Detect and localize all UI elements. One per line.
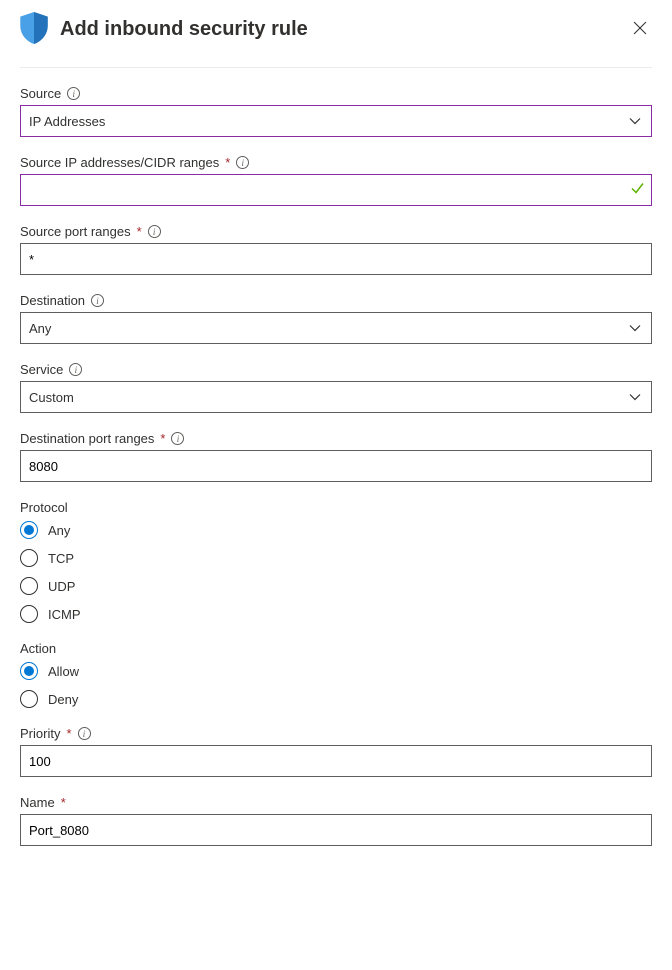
label-text-source-ip: Source IP addresses/CIDR ranges	[20, 155, 219, 170]
label-dest-port: Destination port ranges * i	[20, 431, 652, 446]
field-service: Service i Custom	[20, 362, 652, 413]
label-protocol: Protocol	[20, 500, 652, 515]
service-select[interactable]: Custom	[20, 381, 652, 413]
destination-select-value: Any	[29, 321, 619, 336]
info-icon[interactable]: i	[148, 225, 161, 238]
info-icon[interactable]: i	[69, 363, 82, 376]
source-ip-input-wrap	[20, 174, 652, 206]
chevron-down-icon	[629, 390, 641, 405]
close-button[interactable]	[632, 20, 648, 36]
required-marker: *	[61, 795, 66, 810]
label-text-protocol: Protocol	[20, 500, 68, 515]
required-marker: *	[137, 224, 142, 239]
info-icon[interactable]: i	[171, 432, 184, 445]
radio-icon	[20, 605, 38, 623]
protocol-option-any[interactable]: Any	[20, 521, 652, 539]
field-source: Source i IP Addresses	[20, 86, 652, 137]
radio-icon	[20, 662, 38, 680]
label-action: Action	[20, 641, 652, 656]
chevron-down-icon	[629, 321, 641, 336]
source-port-input[interactable]	[20, 243, 652, 275]
close-icon	[633, 21, 647, 35]
label-source: Source i	[20, 86, 652, 101]
radio-label-tcp: TCP	[48, 551, 74, 566]
chevron-down-icon	[629, 114, 641, 129]
field-source-ip: Source IP addresses/CIDR ranges * i	[20, 155, 652, 206]
action-radio-group: Allow Deny	[20, 662, 652, 708]
label-priority: Priority * i	[20, 726, 652, 741]
label-name: Name *	[20, 795, 652, 810]
radio-icon	[20, 549, 38, 567]
radio-icon	[20, 577, 38, 595]
label-text-destination: Destination	[20, 293, 85, 308]
priority-input[interactable]	[20, 745, 652, 777]
source-ip-input[interactable]	[20, 174, 652, 206]
field-source-port: Source port ranges * i	[20, 224, 652, 275]
field-priority: Priority * i	[20, 726, 652, 777]
radio-label-allow: Allow	[48, 664, 79, 679]
label-service: Service i	[20, 362, 652, 377]
label-text-name: Name	[20, 795, 55, 810]
panel-header: Add inbound security rule	[0, 0, 672, 67]
info-icon[interactable]: i	[91, 294, 104, 307]
label-text-source-port: Source port ranges	[20, 224, 131, 239]
info-icon[interactable]: i	[78, 727, 91, 740]
source-select[interactable]: IP Addresses	[20, 105, 652, 137]
destination-select[interactable]: Any	[20, 312, 652, 344]
shield-icon	[20, 12, 48, 47]
protocol-option-udp[interactable]: UDP	[20, 577, 652, 595]
field-protocol: Protocol Any TCP UDP ICMP	[20, 500, 652, 623]
service-select-value: Custom	[29, 390, 619, 405]
radio-icon	[20, 690, 38, 708]
source-select-value: IP Addresses	[29, 114, 619, 129]
radio-icon	[20, 521, 38, 539]
label-source-port: Source port ranges * i	[20, 224, 652, 239]
radio-label-any: Any	[48, 523, 70, 538]
protocol-radio-group: Any TCP UDP ICMP	[20, 521, 652, 623]
protocol-option-tcp[interactable]: TCP	[20, 549, 652, 567]
dest-port-input[interactable]	[20, 450, 652, 482]
field-destination: Destination i Any	[20, 293, 652, 344]
page-title: Add inbound security rule	[60, 18, 308, 41]
header-divider	[20, 67, 652, 68]
field-action: Action Allow Deny	[20, 641, 652, 708]
required-marker: *	[225, 155, 230, 170]
field-dest-port: Destination port ranges * i	[20, 431, 652, 482]
radio-label-deny: Deny	[48, 692, 78, 707]
required-marker: *	[66, 726, 71, 741]
required-marker: *	[160, 431, 165, 446]
form-body: Source i IP Addresses Source IP addresse…	[0, 86, 672, 846]
info-icon[interactable]: i	[67, 87, 80, 100]
name-input[interactable]	[20, 814, 652, 846]
label-destination: Destination i	[20, 293, 652, 308]
label-text-priority: Priority	[20, 726, 60, 741]
info-icon[interactable]: i	[236, 156, 249, 169]
field-name: Name *	[20, 795, 652, 846]
label-text-source: Source	[20, 86, 61, 101]
label-text-action: Action	[20, 641, 56, 656]
label-text-dest-port: Destination port ranges	[20, 431, 154, 446]
radio-label-icmp: ICMP	[48, 607, 81, 622]
radio-label-udp: UDP	[48, 579, 75, 594]
label-source-ip: Source IP addresses/CIDR ranges * i	[20, 155, 652, 170]
check-icon	[630, 182, 644, 199]
protocol-option-icmp[interactable]: ICMP	[20, 605, 652, 623]
label-text-service: Service	[20, 362, 63, 377]
action-option-deny[interactable]: Deny	[20, 690, 652, 708]
action-option-allow[interactable]: Allow	[20, 662, 652, 680]
